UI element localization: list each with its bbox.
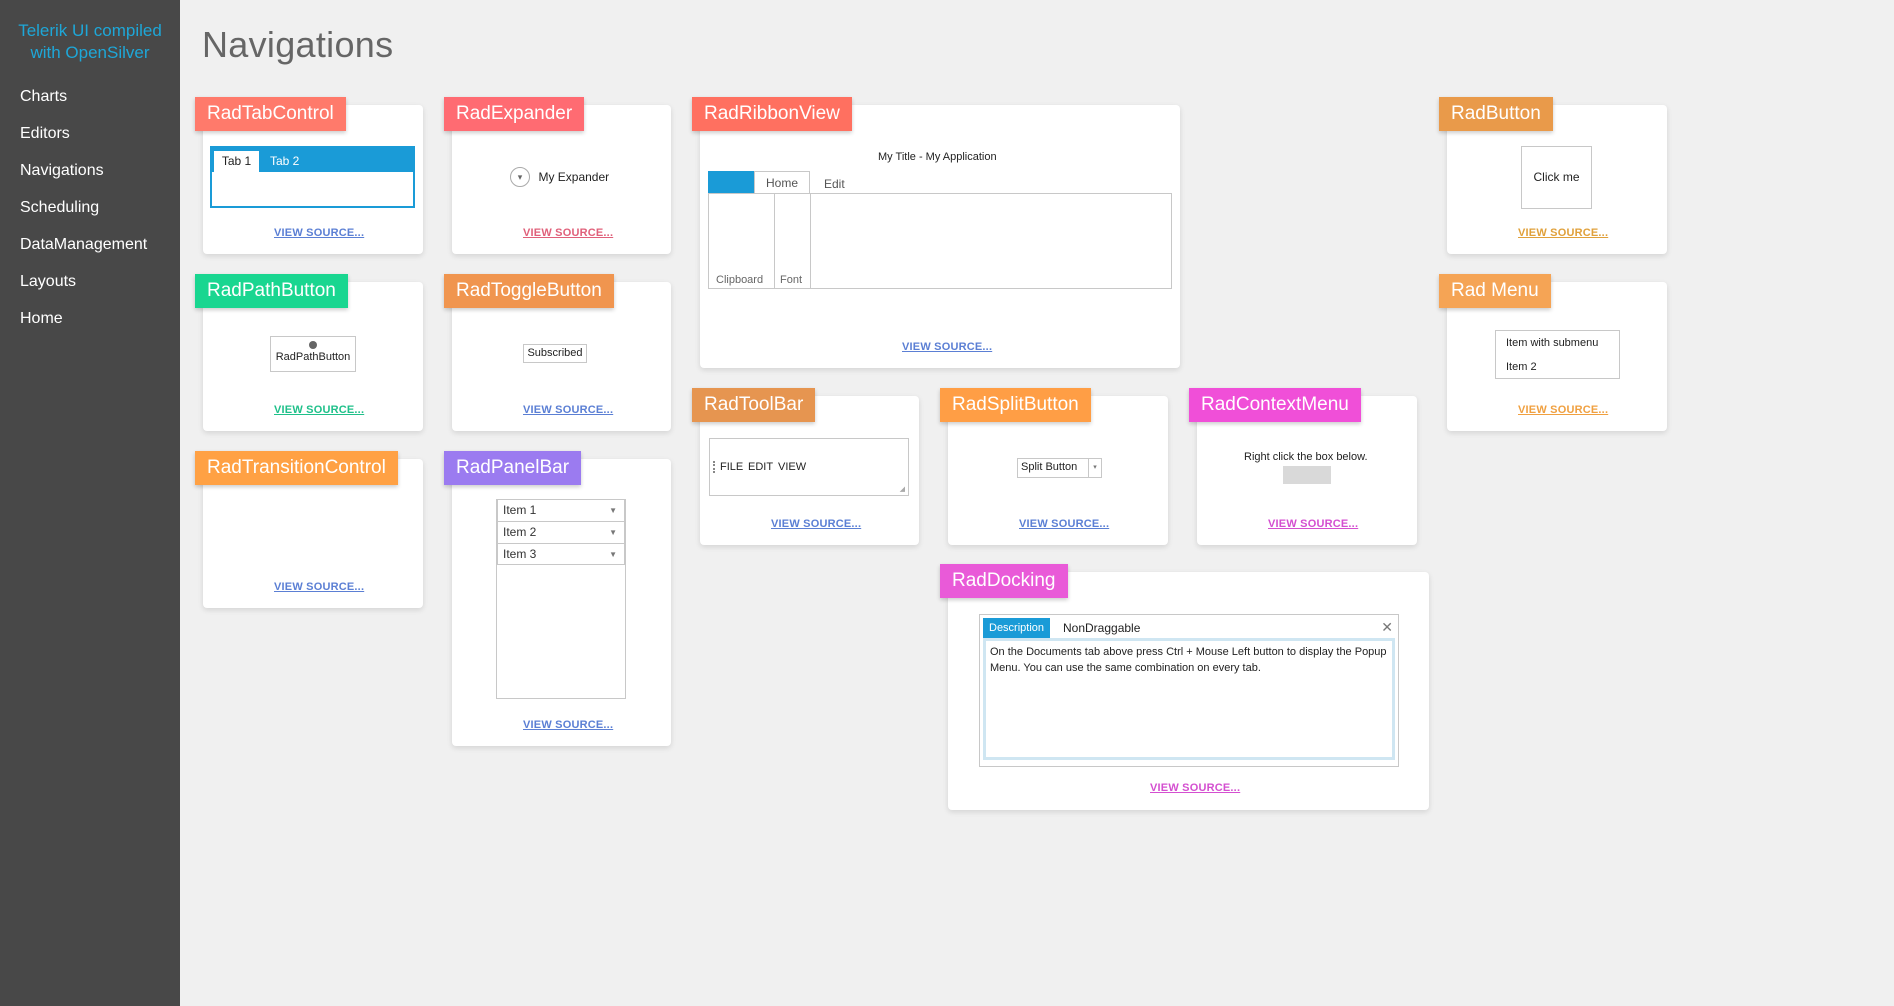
expander-control[interactable]: ▾ My Expander	[510, 167, 609, 187]
view-source-link[interactable]: VIEW SOURCE...	[523, 719, 613, 731]
transitioncontrol-label: RadTransitionControl	[195, 451, 398, 485]
brand-title[interactable]: Telerik UI compiled with OpenSilver	[0, 0, 180, 64]
button-label: RadButton	[1439, 97, 1553, 131]
view-source-link[interactable]: VIEW SOURCE...	[1518, 404, 1608, 416]
toolbar-edit[interactable]: EDIT	[748, 461, 773, 473]
close-icon[interactable]: ✕	[1381, 618, 1393, 636]
toolbar-grip-icon[interactable]	[713, 461, 715, 473]
panelbar-item-1[interactable]: Item 1 ▼	[497, 499, 625, 521]
docking-tab-description[interactable]: Description	[983, 618, 1051, 638]
docking-description-text: On the Documents tab above press Ctrl + …	[990, 646, 1387, 674]
ribbon-group-label: Clipboard	[716, 274, 764, 286]
view-source-link[interactable]: VIEW SOURCE...	[1268, 518, 1358, 530]
sidebar-item-home[interactable]: Home	[0, 300, 180, 337]
sidebar-item-datamanagement[interactable]: DataManagement	[0, 226, 180, 263]
expander-toggle-icon[interactable]: ▾	[510, 167, 530, 187]
chevron-down-icon: ▼	[609, 506, 617, 515]
contextmenu-target-box[interactable]	[1283, 466, 1331, 484]
pathbutton-label: RadPathButton	[195, 274, 348, 308]
tab-strip: Tab 1 Tab 2	[212, 148, 413, 172]
menu-control: Item with submenu Item 2	[1495, 330, 1620, 379]
tab-1[interactable]: Tab 1	[214, 151, 259, 172]
tab-control: Tab 1 Tab 2	[210, 146, 415, 208]
toolbar-label: RadToolBar	[692, 388, 816, 422]
docking-tab-nondraggable[interactable]: NonDraggable	[1057, 618, 1146, 638]
sidebar: Telerik UI compiled with OpenSilver Char…	[0, 0, 180, 1006]
view-source-link[interactable]: VIEW SOURCE...	[523, 404, 613, 416]
view-source-link[interactable]: VIEW SOURCE...	[274, 404, 364, 416]
panelbar-item-label: Item 2	[503, 525, 537, 539]
ribbonview-card: My Title - My Application Home Edit Clip…	[700, 105, 1180, 368]
panelbar-label: RadPanelBar	[444, 451, 582, 485]
chevron-down-icon: ▼	[609, 550, 617, 559]
ribbonview-label: RadRibbonView	[692, 97, 852, 131]
sidebar-nav: Charts Editors Navigations Scheduling Da…	[0, 78, 180, 337]
click-me-button[interactable]: Click me	[1521, 146, 1592, 209]
chevron-down-icon: ▼	[609, 528, 617, 537]
sidebar-item-navigations[interactable]: Navigations	[0, 152, 180, 189]
docking-pane-group: Description NonDraggable ✕ On the Docume…	[979, 614, 1399, 767]
ribbon-group-clipboard: Clipboard	[709, 194, 775, 288]
view-source-link[interactable]: VIEW SOURCE...	[771, 518, 861, 530]
tab-2[interactable]: Tab 2	[270, 151, 299, 172]
expander-label: RadExpander	[444, 97, 585, 131]
toolbar-file[interactable]: FILE	[720, 461, 743, 473]
brand-line-2: with OpenSilver	[30, 43, 150, 62]
ribbon-group-label: Font	[780, 274, 803, 286]
ribbon-title: My Title - My Application	[878, 151, 997, 163]
ribbon-app-button[interactable]	[708, 171, 754, 193]
sidebar-item-scheduling[interactable]: Scheduling	[0, 189, 180, 226]
ribbon-body: Clipboard Font	[708, 193, 1172, 289]
path-button-text: RadPathButton	[275, 351, 351, 363]
view-source-link[interactable]: VIEW SOURCE...	[902, 341, 992, 353]
view-source-link[interactable]: VIEW SOURCE...	[1019, 518, 1109, 530]
ribbon-tab-edit[interactable]: Edit	[824, 173, 845, 195]
split-button[interactable]: Split Button ▾	[1017, 458, 1102, 478]
subscribed-toggle-button[interactable]: Subscribed	[523, 344, 587, 363]
contextmenu-instructions: Right click the box below.	[1244, 451, 1368, 463]
toolbar-resize-grip-icon: ◢	[899, 486, 905, 493]
panelbar-control: Item 1 ▼ Item 2 ▼ Item 3 ▼	[496, 499, 626, 699]
toolbar-control: FILE EDIT VIEW ◢	[709, 438, 909, 496]
view-source-link[interactable]: VIEW SOURCE...	[274, 581, 364, 593]
brand-line-1: Telerik UI compiled	[18, 21, 162, 40]
contextmenu-label: RadContextMenu	[1189, 388, 1361, 422]
split-button-dropdown-icon[interactable]: ▾	[1088, 459, 1101, 477]
docking-content: On the Documents tab above press Ctrl + …	[983, 638, 1395, 760]
view-source-link[interactable]: VIEW SOURCE...	[274, 227, 364, 239]
ribbon-tab-home[interactable]: Home	[754, 171, 810, 193]
splitbutton-label: RadSplitButton	[940, 388, 1091, 422]
path-button-dot-icon	[309, 341, 317, 349]
panelbar-item-2[interactable]: Item 2 ▼	[497, 521, 625, 543]
panelbar-card: Item 1 ▼ Item 2 ▼ Item 3 ▼ VIEW SOURCE..…	[452, 459, 671, 746]
togglebutton-label: RadToggleButton	[444, 274, 614, 308]
split-button-text: Split Button	[1021, 461, 1078, 473]
ribbon-group-font: Font	[775, 194, 811, 288]
toolbar-view[interactable]: VIEW	[778, 461, 806, 473]
docking-label: RadDocking	[940, 564, 1068, 598]
expander-header: My Expander	[538, 170, 610, 184]
panelbar-item-label: Item 1	[503, 503, 537, 517]
page-title: Navigations	[202, 24, 394, 65]
menu-label: Rad Menu	[1439, 274, 1551, 308]
docking-card: Description NonDraggable ✕ On the Docume…	[948, 572, 1429, 810]
sidebar-item-editors[interactable]: Editors	[0, 115, 180, 152]
menu-item-2[interactable]: Item 2	[1506, 360, 1619, 374]
view-source-link[interactable]: VIEW SOURCE...	[1518, 227, 1608, 239]
sidebar-item-charts[interactable]: Charts	[0, 78, 180, 115]
view-source-link[interactable]: VIEW SOURCE...	[523, 227, 613, 239]
view-source-link[interactable]: VIEW SOURCE...	[1150, 782, 1240, 794]
sidebar-item-layouts[interactable]: Layouts	[0, 263, 180, 300]
panelbar-item-3[interactable]: Item 3 ▼	[497, 543, 625, 565]
tabcontrol-label: RadTabControl	[195, 97, 346, 131]
menu-item-submenu[interactable]: Item with submenu	[1506, 336, 1619, 360]
panelbar-item-label: Item 3	[503, 547, 537, 561]
path-button[interactable]: RadPathButton	[270, 336, 356, 372]
